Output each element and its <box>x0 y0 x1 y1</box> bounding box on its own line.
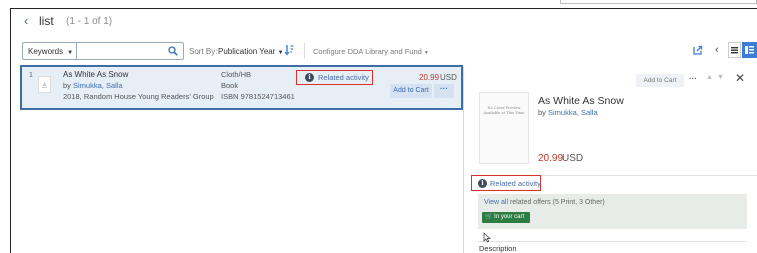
result-isbn: ISBN 9781524713461 <box>221 92 295 101</box>
related-activity-link[interactable]: Related activity <box>318 73 369 82</box>
info-icon: i <box>305 73 314 82</box>
configure-dda-label: Configure DDA Library and Fund <box>313 47 422 56</box>
in-cart-badge: 🛒 In your cart <box>482 212 530 223</box>
toolbar-divider <box>304 43 305 59</box>
back-icon[interactable]: ‹ <box>24 14 34 28</box>
result-count: (1 - 1 of 1) <box>66 16 113 27</box>
search-input[interactable] <box>76 42 184 60</box>
page-title: list <box>39 14 54 28</box>
frame-top-border <box>10 8 757 9</box>
list-view-button[interactable] <box>728 42 741 58</box>
caret-down-icon: ▼ <box>423 50 429 56</box>
detail-panel-divider <box>463 67 464 253</box>
more-actions-button[interactable]: ··· <box>434 84 454 98</box>
info-icon: i <box>478 179 487 188</box>
mouse-cursor-icon <box>483 232 491 243</box>
panel-more-actions-button[interactable]: ··· <box>686 74 700 87</box>
in-cart-label: In your cart <box>494 214 525 220</box>
export-icon[interactable] <box>692 45 703 56</box>
top-window-edge <box>560 0 757 4</box>
detail-price: 20.99 <box>538 153 564 164</box>
related-offers-summary: related offers (5 Print, 3 Other) <box>509 199 605 206</box>
result-title[interactable]: As White As Snow <box>63 70 128 79</box>
panel-related-activity-tab[interactable]: Related activity <box>490 179 541 188</box>
chevron-left-icon[interactable]: ‹ <box>715 44 723 56</box>
caret-down-icon: ▼ <box>277 50 284 56</box>
previous-record-icon[interactable]: ▲ <box>706 74 713 81</box>
book-cover-image <box>479 92 529 164</box>
author-prefix: by <box>538 108 546 117</box>
row-index: 1 <box>29 72 33 79</box>
list-view-icon <box>731 47 738 54</box>
author-link[interactable]: Simukka, Salla <box>73 81 123 90</box>
frame-left-border <box>10 8 11 253</box>
close-icon[interactable]: ✕ <box>735 72 745 84</box>
description-heading: Description <box>479 244 517 253</box>
panel-add-to-cart-button[interactable]: Add to Cart <box>636 74 684 87</box>
split-view-icon <box>745 46 754 54</box>
caret-down-icon: ▼ <box>67 50 74 56</box>
detail-currency: USD <box>562 153 584 164</box>
author-link[interactable]: Simukka, Salla <box>548 108 598 117</box>
cover-placeholder-text: No Cover Preview Available at This Time <box>483 106 525 115</box>
add-to-cart-button[interactable]: Add to Cart <box>390 84 432 98</box>
cart-icon: 🛒 <box>485 214 493 220</box>
author-prefix: by <box>63 81 71 90</box>
sort-by-value: Publication Year <box>218 47 276 56</box>
result-price: 20.99 <box>419 73 440 82</box>
search-icon[interactable] <box>168 46 178 56</box>
next-record-icon[interactable]: ▼ <box>717 74 724 81</box>
sort-order-icon[interactable] <box>284 44 294 56</box>
image-placeholder-icon <box>42 82 47 88</box>
configure-dda-link[interactable]: Configure DDA Library and Fund ▼ <box>313 47 429 56</box>
result-publication: 2018, Random House Young Readers' Group <box>63 92 214 101</box>
result-author: by Simukka, Salla <box>63 81 123 90</box>
detail-title: As White As Snow <box>538 95 624 107</box>
sort-by-select[interactable]: Publication Year ▼ <box>218 47 284 56</box>
view-all-link[interactable]: View all <box>484 199 508 206</box>
result-currency: USD <box>440 73 457 82</box>
split-view-button[interactable] <box>742 42 757 58</box>
keyword-select-label: Keywords <box>28 47 64 56</box>
result-type: Book <box>221 81 239 90</box>
keyword-select[interactable]: Keywords ▼ <box>22 42 76 60</box>
section-divider <box>478 241 747 242</box>
sort-by-label: Sort By: <box>189 47 218 56</box>
section-divider <box>541 175 757 176</box>
result-binding: Cloth/HB <box>221 70 252 79</box>
related-offers-text: View all related offers (5 Print, 3 Othe… <box>484 199 605 206</box>
book-thumbnail-icon <box>38 76 51 93</box>
detail-author: by Simukka, Salla <box>538 108 598 117</box>
